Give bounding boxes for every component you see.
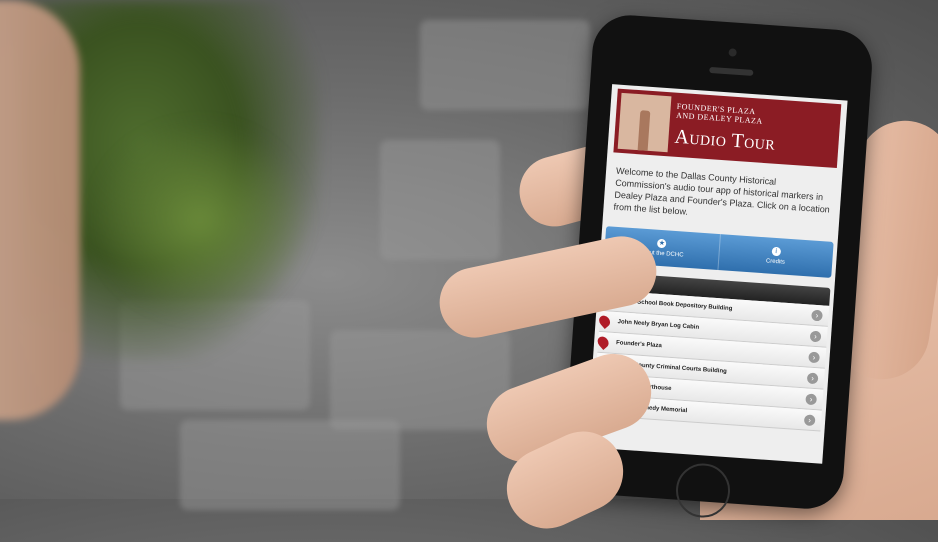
foliage-highlight [90,120,310,320]
chevron-right-icon: › [803,413,816,426]
credits-button[interactable]: i Credits [718,234,834,278]
app-banner: Founder's Plaza and Dealey Plaza Audio T… [613,88,842,169]
credits-button-label: Credits [765,258,786,266]
chevron-right-icon: › [811,309,823,321]
info-icon: i [771,246,781,257]
map-pin-icon [596,313,613,330]
chevron-right-icon: › [805,392,818,405]
chevron-right-icon: › [808,351,820,363]
camera-icon [728,48,737,57]
chevron-right-icon: › [806,372,819,384]
banner-title: Audio Tour [673,125,777,155]
welcome-text: Welcome to the Dallas County Historical … [613,165,831,217]
blurred-person [0,0,80,420]
map-pin-icon [595,334,611,350]
star-icon: ★ [657,238,667,249]
chevron-right-icon: › [809,330,822,342]
speaker-grille [709,66,754,76]
building-icon [617,92,672,153]
